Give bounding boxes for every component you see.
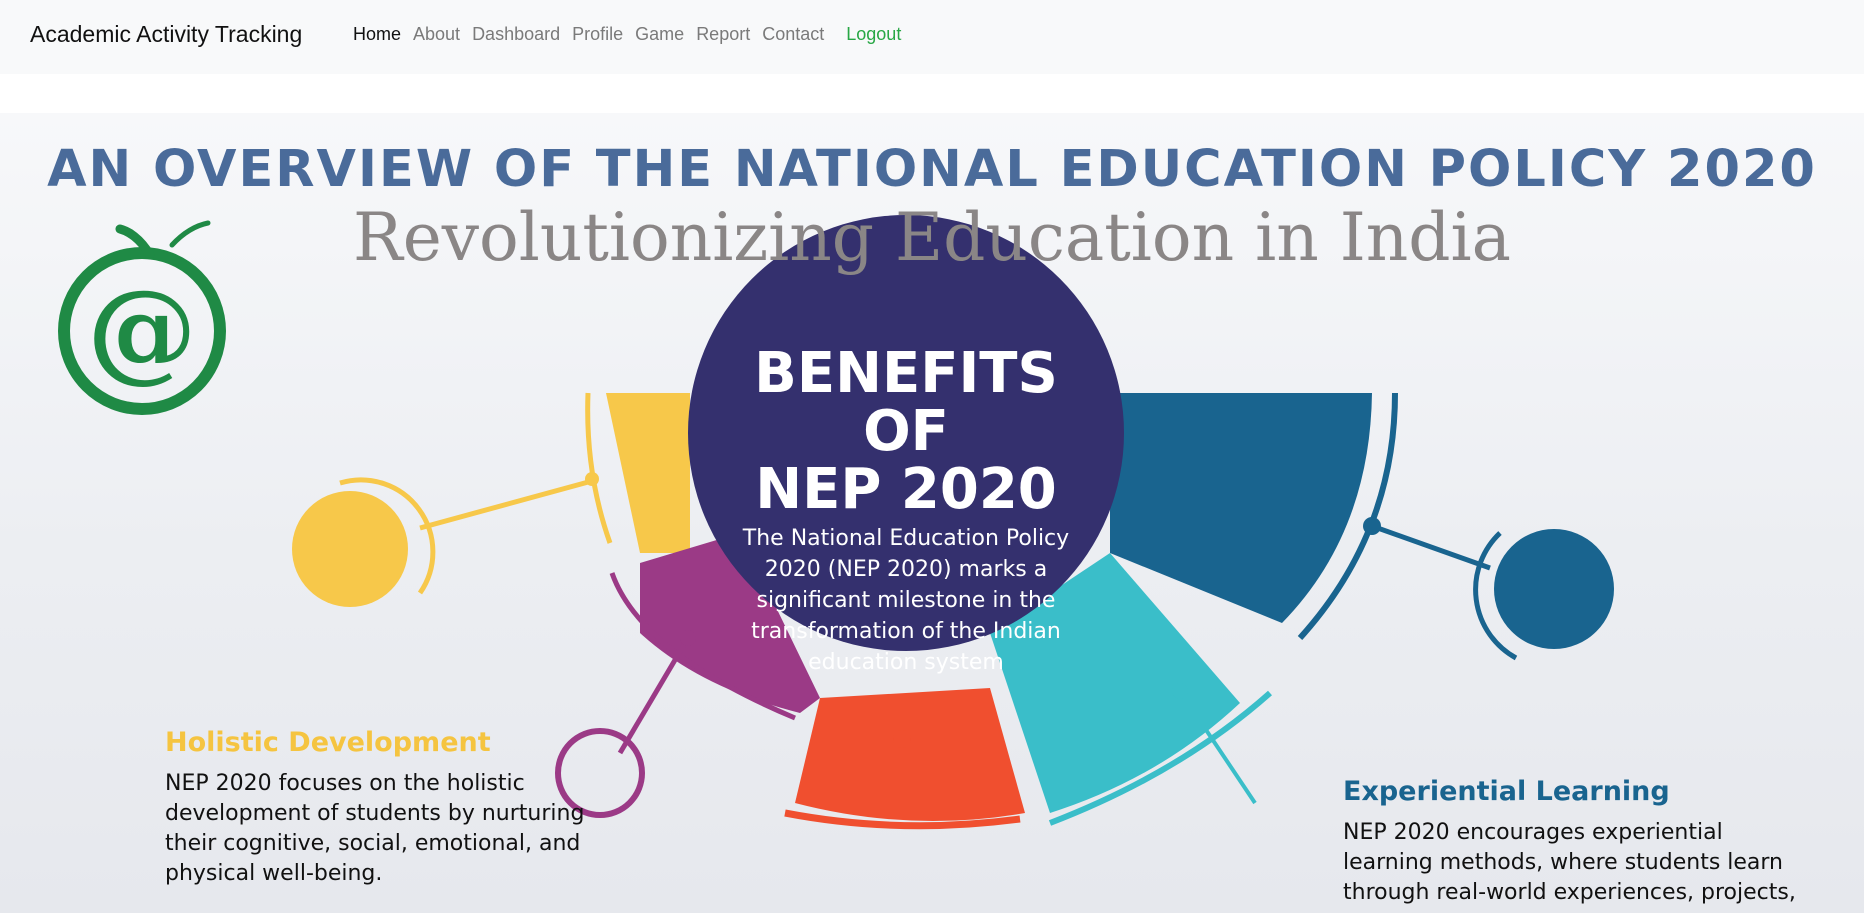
nav-contact-link[interactable]: Contact bbox=[762, 24, 824, 45]
holistic-development-text: NEP 2020 focuses on the holistic develop… bbox=[165, 771, 585, 886]
infographic-title: AN OVERVIEW OF THE NATIONAL EDUCATION PO… bbox=[47, 140, 1817, 199]
nav-about-link[interactable]: About bbox=[413, 24, 460, 45]
nav-home-link[interactable]: Home bbox=[353, 24, 401, 45]
nep-description: The National Education Policy 2020 (NEP … bbox=[742, 526, 1070, 675]
experiential-learning-text: NEP 2020 encourages experiential learnin… bbox=[1343, 820, 1796, 905]
nav-links: Home About Dashboard Profile Game Report… bbox=[353, 24, 913, 45]
benefits-heading: BENEFITS OF NEP 2020 bbox=[754, 341, 1058, 522]
infographic-subtitle: Revolutionizing Education in India bbox=[353, 199, 1511, 276]
nav-dashboard-link[interactable]: Dashboard bbox=[472, 24, 560, 45]
holistic-development-heading: Holistic Development bbox=[165, 727, 491, 758]
nav-profile-link[interactable]: Profile bbox=[572, 24, 623, 45]
logout-link[interactable]: Logout bbox=[846, 24, 901, 45]
nep-infographic-banner: @ AN OVERVIEW OF THE NATIONAL EDUCATION … bbox=[0, 113, 1864, 913]
navbar: Academic Activity Tracking Home About Da… bbox=[0, 0, 1864, 74]
yellow-node-circle bbox=[292, 491, 408, 607]
nav-game-link[interactable]: Game bbox=[635, 24, 684, 45]
segment-yellow bbox=[606, 393, 690, 553]
nav-report-link[interactable]: Report bbox=[696, 24, 750, 45]
segment-blue bbox=[1110, 393, 1372, 623]
blue-node-circle bbox=[1494, 529, 1614, 649]
brand-link[interactable]: Academic Activity Tracking bbox=[30, 21, 302, 48]
segment-orange bbox=[795, 688, 1025, 821]
logo-glyph: @ bbox=[87, 265, 197, 394]
experiential-learning-heading: Experiential Learning bbox=[1343, 776, 1670, 807]
